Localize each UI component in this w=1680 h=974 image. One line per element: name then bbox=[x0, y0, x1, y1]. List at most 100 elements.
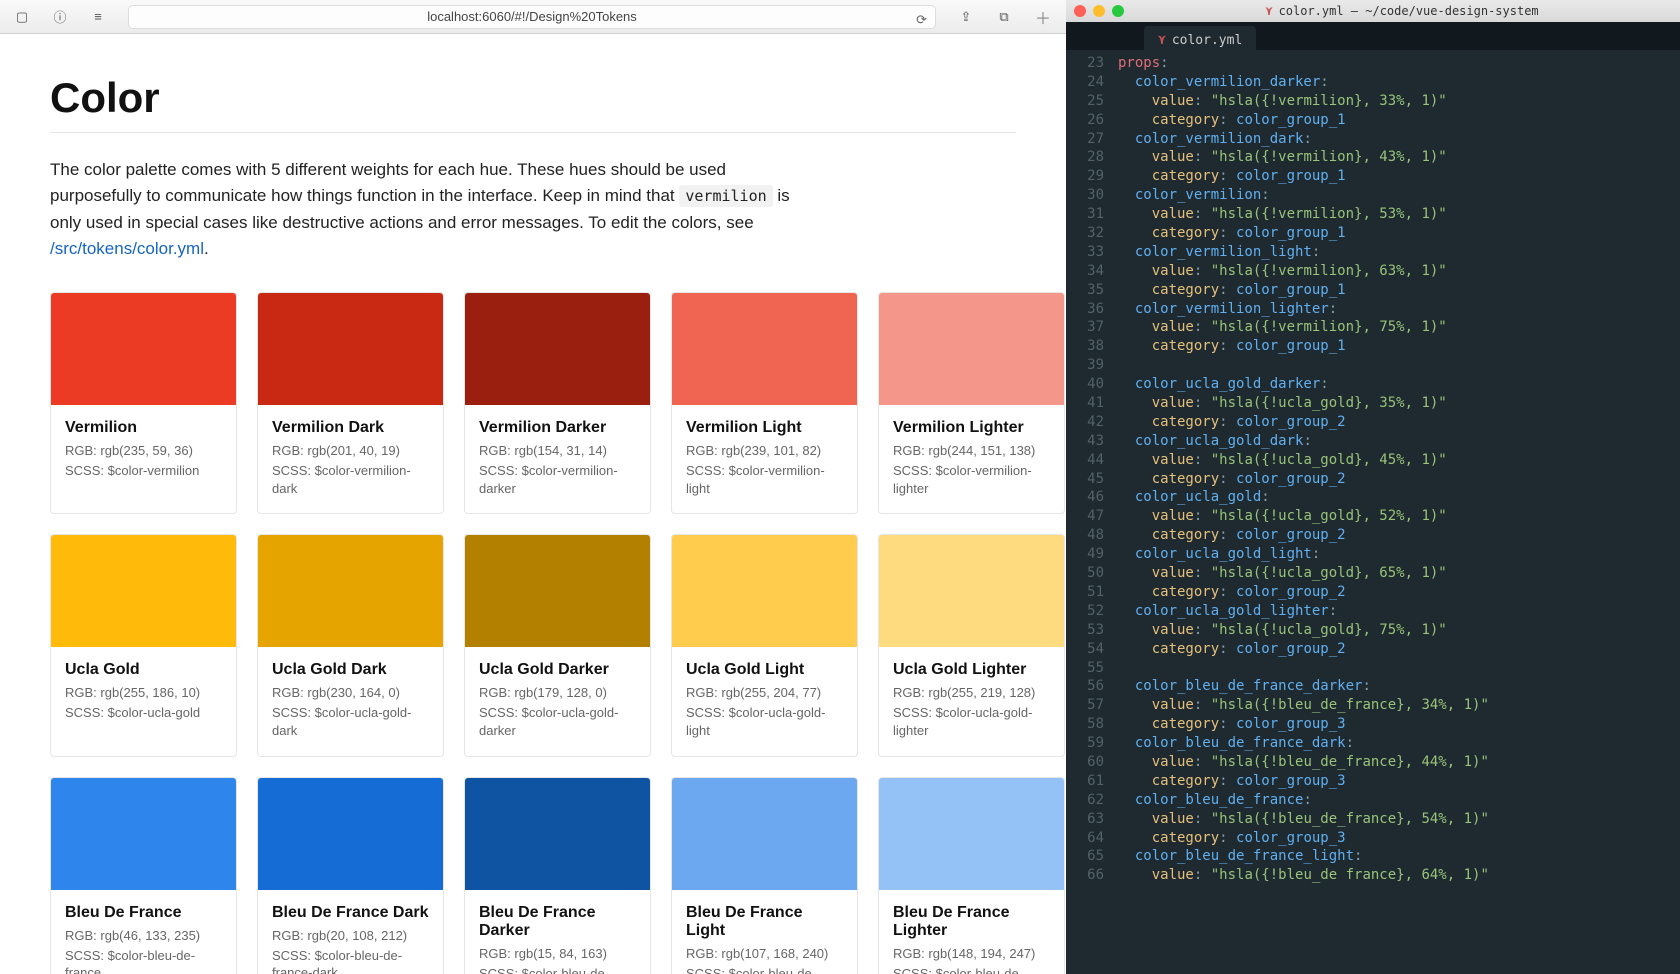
code-content[interactable]: props: color_vermilion_darker: value: "h… bbox=[1114, 50, 1680, 974]
swatch-scss: SCSS: $color-vermilion-lighter bbox=[893, 462, 1050, 497]
swatch-name: Bleu De France Light bbox=[686, 904, 843, 940]
color-swatch bbox=[879, 293, 1064, 405]
color-card: Bleu De France Dark RGB: rgb(20, 108, 212… bbox=[257, 777, 444, 974]
divider bbox=[50, 132, 1016, 133]
tabs-icon[interactable]: ⧉ bbox=[990, 6, 1018, 28]
swatch-name: Ucla Gold Light bbox=[686, 661, 843, 679]
share-icon[interactable]: ⇪ bbox=[952, 6, 980, 28]
swatch-scss: SCSS: $color-vermilion bbox=[65, 462, 222, 480]
window-title: ⋎ color.yml — ~/code/vue-design-system bbox=[1132, 4, 1672, 18]
line-gutter: 2324252627282930313233343536373839404142… bbox=[1066, 50, 1114, 974]
color-card: VermilionRGB: rgb(235, 59, 36)SCSS: $col… bbox=[50, 292, 237, 514]
swatch-name: Vermilion Light bbox=[686, 419, 843, 437]
swatch-name: Ucla Gold Dark bbox=[272, 661, 429, 679]
editor-window: ⋎ color.yml — ~/code/vue-design-system ⋎… bbox=[1066, 0, 1680, 974]
color-swatch bbox=[465, 535, 650, 647]
browser-window: ▢ ⓘ ≡ localhost:6060/#!/Design%20Tokens … bbox=[0, 0, 1066, 974]
page-content[interactable]: Color The color palette comes with 5 dif… bbox=[0, 34, 1066, 974]
code-editor[interactable]: 2324252627282930313233343536373839404142… bbox=[1066, 50, 1680, 974]
swatch-rgb: RGB: rgb(201, 40, 19) bbox=[272, 443, 429, 458]
swatch-scss: SCSS: $color-bleu-de-france-lighter bbox=[893, 965, 1050, 974]
page-title: Color bbox=[50, 74, 1016, 122]
color-card: Bleu De France Light RGB: rgb(107, 168, 2… bbox=[671, 777, 858, 974]
swatch-rgb: RGB: rgb(235, 59, 36) bbox=[65, 443, 222, 458]
url-text: localhost:6060/#!/Design%20Tokens bbox=[427, 9, 637, 24]
swatch-rgb: RGB: rgb(179, 128, 0) bbox=[479, 685, 636, 700]
intro-text-a: The color palette comes with 5 different… bbox=[50, 160, 726, 205]
tokens-link[interactable]: /src/tokens/color.yml bbox=[50, 239, 204, 258]
swatch-name: Bleu De France Lighter bbox=[893, 904, 1050, 940]
swatch-rgb: RGB: rgb(230, 164, 0) bbox=[272, 685, 429, 700]
swatch-scss: SCSS: $color-bleu-de-france-light bbox=[686, 965, 843, 974]
color-card: Bleu De France Darker RGB: rgb(15, 84, 16… bbox=[464, 777, 651, 974]
zoom-icon[interactable] bbox=[1112, 5, 1124, 17]
close-icon[interactable] bbox=[1074, 5, 1086, 17]
color-card: Vermilion Lighter RGB: rgb(244, 151, 138)… bbox=[878, 292, 1065, 514]
swatch-name: Bleu De France Dark bbox=[272, 904, 429, 922]
address-bar[interactable]: localhost:6060/#!/Design%20Tokens ⟳ bbox=[128, 5, 936, 29]
swatch-name: Vermilion Lighter bbox=[893, 419, 1050, 437]
swatch-rgb: RGB: rgb(20, 108, 212) bbox=[272, 928, 429, 943]
new-tab-button[interactable]: ＋ bbox=[1028, 5, 1058, 29]
color-swatch bbox=[465, 293, 650, 405]
swatch-rgb: RGB: rgb(255, 204, 77) bbox=[686, 685, 843, 700]
swatch-scss: SCSS: $color-bleu-de-france bbox=[65, 947, 222, 974]
color-swatch bbox=[51, 293, 236, 405]
editor-tab[interactable]: ⋎ color.yml bbox=[1144, 26, 1256, 50]
editor-titlebar: ⋎ color.yml — ~/code/vue-design-system bbox=[1066, 0, 1680, 22]
swatch-rgb: RGB: rgb(255, 186, 10) bbox=[65, 685, 222, 700]
reload-icon[interactable]: ⟳ bbox=[916, 9, 927, 31]
color-swatch bbox=[465, 778, 650, 890]
color-swatch bbox=[258, 535, 443, 647]
color-card: Vermilion DarkRGB: rgb(201, 40, 19)SCSS:… bbox=[257, 292, 444, 514]
color-swatch bbox=[672, 535, 857, 647]
color-card: Bleu De France LighterRGB: rgb(148, 194,… bbox=[878, 777, 1065, 974]
color-card: Bleu De France RGB: rgb(46, 133, 235) SCSS… bbox=[50, 777, 237, 974]
color-swatch bbox=[51, 535, 236, 647]
browser-toolbar: ▢ ⓘ ≡ localhost:6060/#!/Design%20Tokens … bbox=[0, 0, 1066, 34]
intro-paragraph: The color palette comes with 5 different… bbox=[50, 157, 810, 262]
swatch-rgb: RGB: rgb(15, 84, 163) bbox=[479, 946, 636, 961]
swatch-scss: SCSS: $color-bleu-de-france-dark bbox=[272, 947, 429, 974]
color-swatch bbox=[51, 778, 236, 890]
color-swatch bbox=[258, 293, 443, 405]
color-card: Ucla GoldRGB: rgb(255, 186, 10)SCSS: $co… bbox=[50, 534, 237, 756]
swatch-rgb: RGB: rgb(239, 101, 82) bbox=[686, 443, 843, 458]
info-icon[interactable]: ⓘ bbox=[46, 6, 74, 28]
color-swatch bbox=[258, 778, 443, 890]
swatch-scss: SCSS: $color-bleu-de-france-darker bbox=[479, 965, 636, 974]
swatch-scss: SCSS: $color-ucla-gold-darker bbox=[479, 704, 636, 739]
swatch-rgb: RGB: rgb(255, 219, 128) bbox=[893, 685, 1050, 700]
swatch-scss: SCSS: $color-vermilion-light bbox=[686, 462, 843, 497]
swatch-name: Ucla Gold Lighter bbox=[893, 661, 1050, 679]
swatch-scss: SCSS: $color-ucla-gold-dark bbox=[272, 704, 429, 739]
swatch-name: Bleu De France bbox=[65, 904, 222, 922]
swatch-rgb: RGB: rgb(244, 151, 138) bbox=[893, 443, 1050, 458]
editor-tab-label: color.yml bbox=[1172, 33, 1242, 48]
editor-tabbar: ⋎ color.yml bbox=[1066, 22, 1680, 50]
minimize-icon[interactable] bbox=[1093, 5, 1105, 17]
window-title-text: color.yml — ~/code/vue-design-system bbox=[1279, 4, 1539, 18]
color-swatch bbox=[672, 778, 857, 890]
yaml-file-icon: ⋎ bbox=[1158, 33, 1166, 48]
reader-icon[interactable]: ≡ bbox=[84, 6, 112, 28]
swatch-name: Vermilion Dark bbox=[272, 419, 429, 437]
swatch-name: Vermilion Darker bbox=[479, 419, 636, 437]
sidebar-toggle-icon[interactable]: ▢ bbox=[8, 6, 36, 28]
swatch-rgb: RGB: rgb(107, 168, 240) bbox=[686, 946, 843, 961]
swatch-scss: SCSS: $color-ucla-gold-lighter bbox=[893, 704, 1050, 739]
swatch-rgb: RGB: rgb(154, 31, 14) bbox=[479, 443, 636, 458]
intro-text-c: . bbox=[204, 239, 209, 258]
color-card: Ucla Gold DarkerRGB: rgb(179, 128, 0)SCS… bbox=[464, 534, 651, 756]
swatch-rgb: RGB: rgb(46, 133, 235) bbox=[65, 928, 222, 943]
swatch-name: Bleu De France Darker bbox=[479, 904, 636, 940]
traffic-lights bbox=[1074, 5, 1124, 17]
color-swatch bbox=[879, 778, 1064, 890]
color-grid: VermilionRGB: rgb(235, 59, 36)SCSS: $col… bbox=[50, 292, 1016, 974]
intro-code: vermilion bbox=[679, 185, 772, 207]
color-card: Ucla Gold Lighter RGB: rgb(255, 219, 128)… bbox=[878, 534, 1065, 756]
color-card: Vermilion Light RGB: rgb(239, 101, 82) SCS… bbox=[671, 292, 858, 514]
color-card: Ucla Gold LightRGB: rgb(255, 204, 77)SCS… bbox=[671, 534, 858, 756]
color-card: Ucla Gold Dark RGB: rgb(230, 164, 0) SCSS:… bbox=[257, 534, 444, 756]
color-swatch bbox=[879, 535, 1064, 647]
